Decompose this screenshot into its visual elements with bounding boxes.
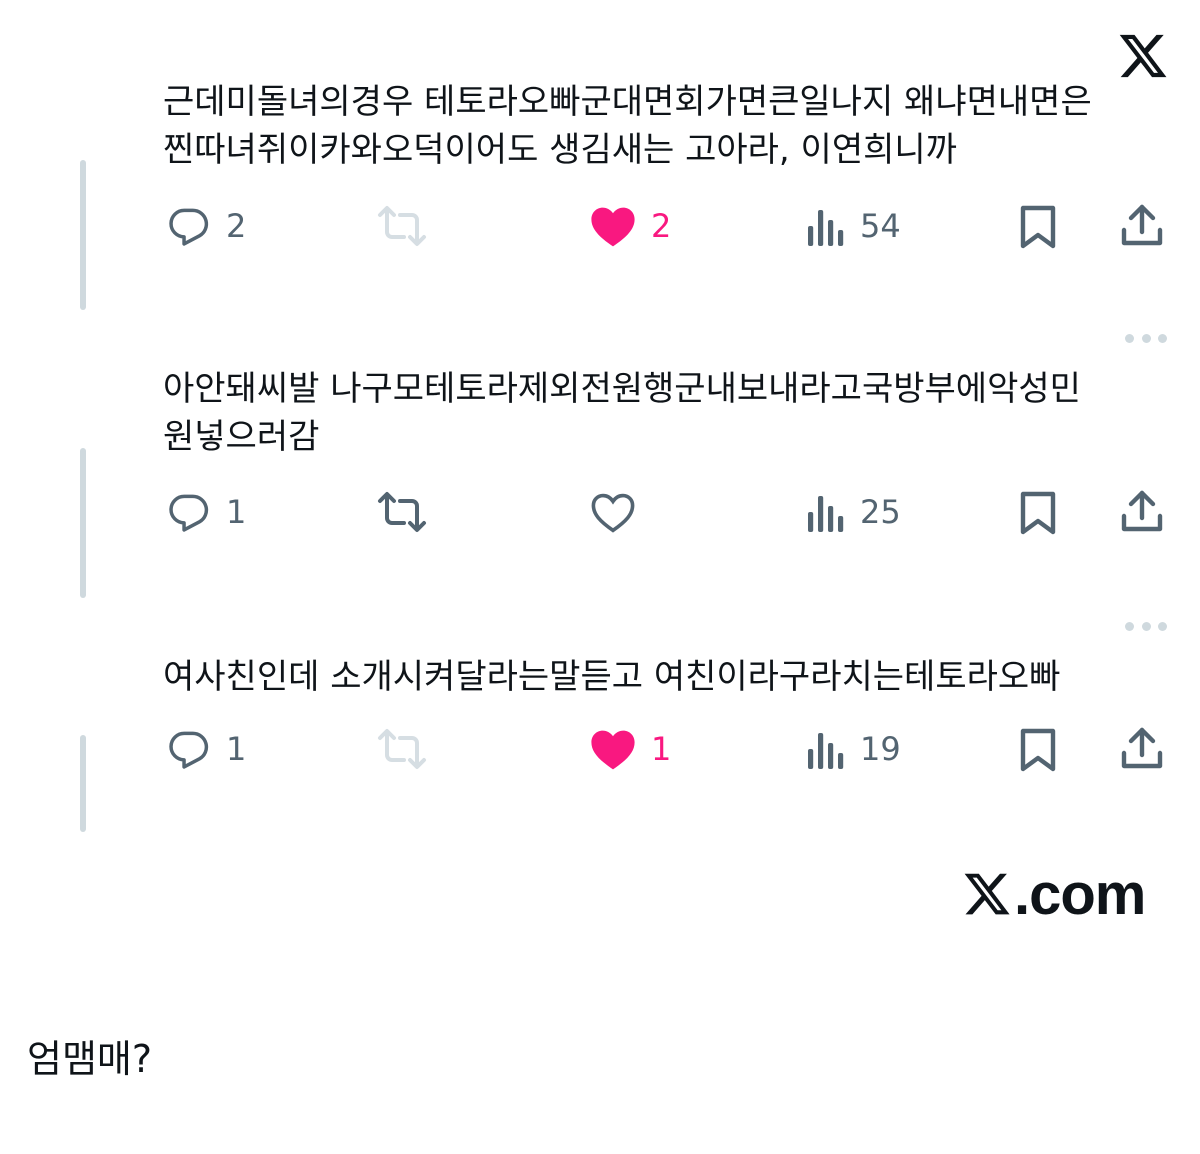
bookmark-button[interactable]	[1016, 490, 1060, 536]
like-button[interactable]: 2	[589, 204, 671, 248]
views-button[interactable]: 54	[804, 204, 901, 248]
more-icon	[1125, 621, 1134, 631]
watermark-domain: .com	[1014, 861, 1146, 927]
retweet-icon	[378, 206, 426, 246]
heart-icon	[591, 730, 635, 770]
views-count: 25	[860, 493, 901, 531]
x-com-watermark: .com	[962, 861, 1146, 927]
retweet-icon	[378, 729, 426, 769]
reply-count: 2	[226, 207, 247, 245]
views-count: 19	[860, 730, 901, 768]
retweet-icon	[378, 492, 426, 532]
views-icon	[808, 210, 844, 246]
more-icon	[1125, 333, 1134, 343]
share-icon	[1121, 204, 1163, 246]
more-button[interactable]	[1125, 333, 1167, 343]
retweet-button[interactable]	[376, 490, 428, 534]
reply-button[interactable]: 1	[166, 490, 246, 534]
reply-icon	[169, 731, 209, 769]
share-button[interactable]	[1119, 202, 1165, 248]
thread-line	[80, 160, 86, 310]
bookmark-icon	[1020, 491, 1056, 535]
x-logo-icon	[964, 873, 1010, 915]
bookmark-icon	[1020, 728, 1056, 772]
bookmark-button[interactable]	[1016, 727, 1060, 773]
thread-line	[80, 448, 86, 598]
views-count: 54	[860, 207, 901, 245]
reply-text: 아안돼씨발 나구모테토라제외전원행군내보내라고국방부에악성민 원넣으러감	[163, 369, 1081, 457]
views-button[interactable]: 19	[804, 727, 901, 771]
like-button[interactable]	[589, 490, 651, 534]
more-icon	[1141, 333, 1151, 343]
bookmark-icon	[1020, 205, 1056, 249]
retweet-button[interactable]	[376, 204, 428, 248]
reply-icon	[169, 494, 209, 532]
views-button[interactable]: 25	[804, 490, 901, 534]
more-icon	[1141, 621, 1151, 631]
reply-text: 여사친인데 소개시켜달라는말듣고 여친이라구라치는테토라오빠	[163, 657, 1061, 697]
thread-line	[80, 735, 86, 832]
bookmark-button[interactable]	[1016, 204, 1060, 250]
more-icon	[1158, 621, 1167, 631]
like-count: 1	[651, 730, 672, 768]
heart-icon	[591, 207, 635, 247]
heart-icon	[591, 493, 635, 533]
share-button[interactable]	[1119, 488, 1165, 534]
views-icon	[808, 496, 844, 532]
reply-icon	[169, 208, 209, 246]
views-icon	[808, 733, 844, 769]
share-icon	[1121, 727, 1163, 769]
more-button[interactable]	[1125, 621, 1167, 631]
reply-button[interactable]: 2	[166, 204, 246, 248]
more-icon	[1158, 333, 1167, 343]
like-count: 2	[651, 207, 672, 245]
reply-count: 1	[226, 730, 247, 768]
reply-text: 근데미돌녀의경우 테토라오빠군대면회가면큰일나지 왜냐면내면은 찐따녀쥐이카와오…	[163, 82, 1092, 170]
caption-text: 엄맴매?	[27, 1037, 153, 1081]
reply-button[interactable]: 1	[166, 727, 246, 771]
share-icon	[1121, 490, 1163, 532]
x-logo-icon	[1119, 34, 1167, 78]
share-button[interactable]	[1119, 725, 1165, 771]
like-button[interactable]: 1	[589, 727, 671, 771]
retweet-button[interactable]	[376, 727, 428, 771]
reply-count: 1	[226, 493, 247, 531]
